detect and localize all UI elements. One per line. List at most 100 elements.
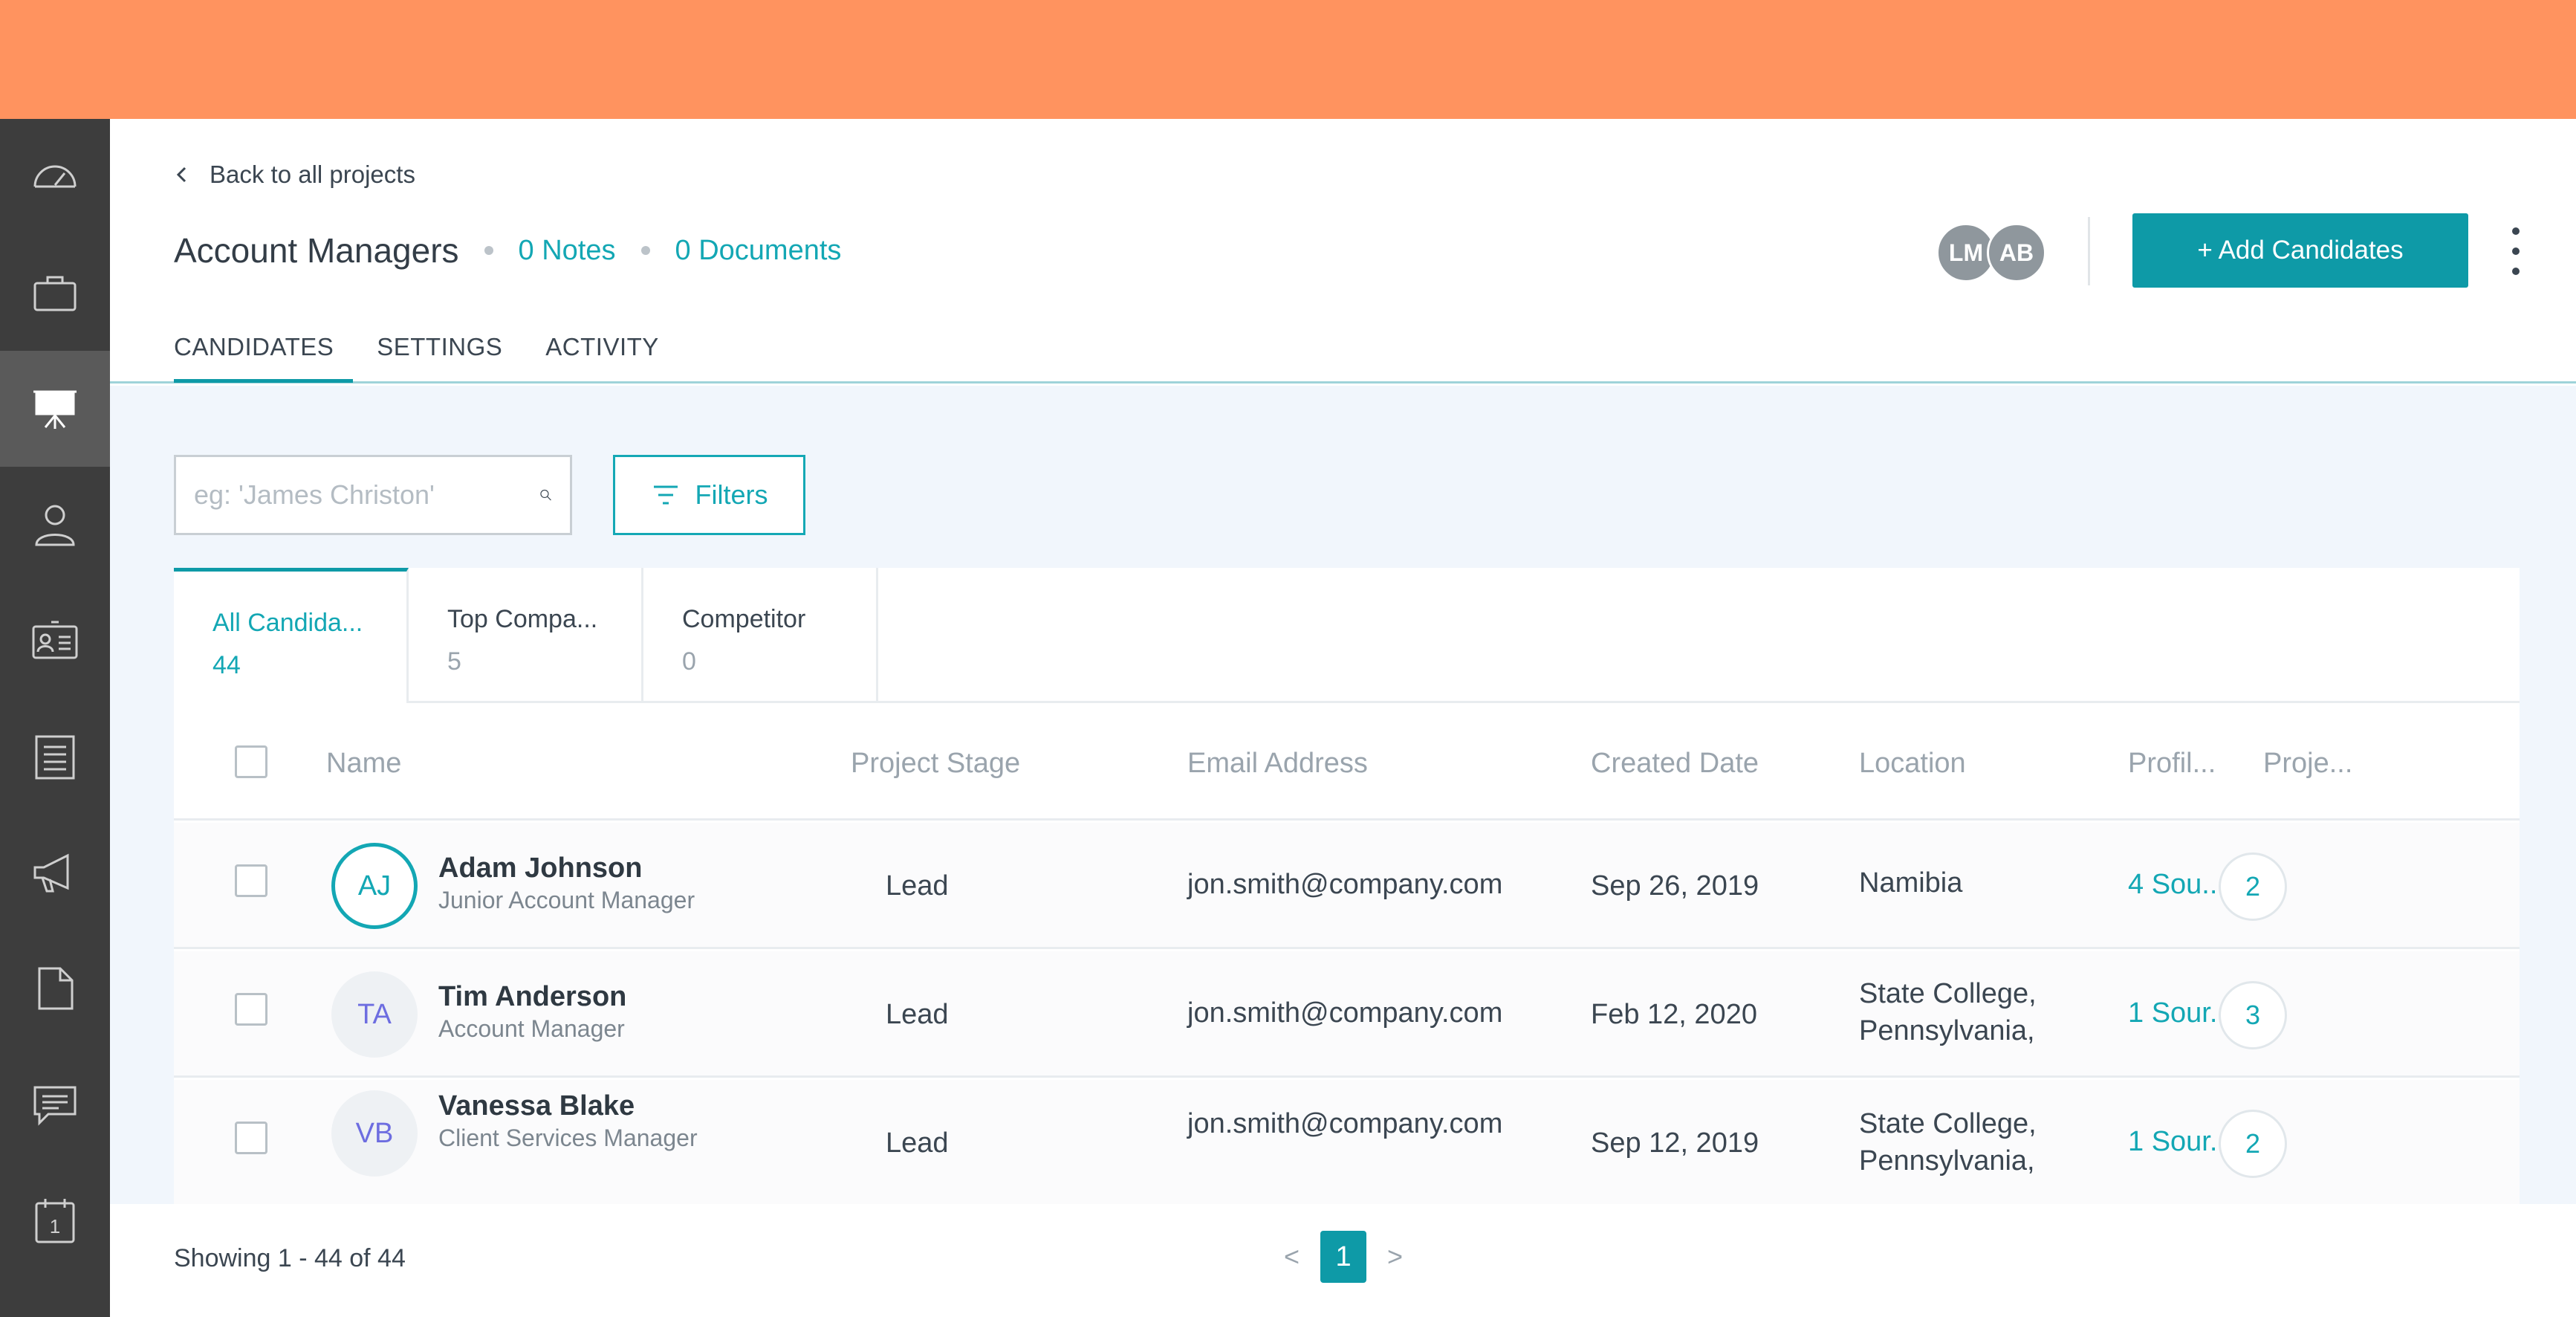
sidebar-item-campaigns[interactable] (0, 815, 110, 931)
notes-link[interactable]: 0 Notes (519, 235, 616, 267)
candidate-name[interactable]: Tim Anderson (438, 981, 626, 1013)
previous-page-button[interactable]: < (1284, 1241, 1300, 1272)
page-title: Account Managers (174, 231, 459, 270)
search-input[interactable] (194, 479, 539, 511)
avatar: TA (331, 971, 418, 1058)
dashboard-icon (33, 165, 77, 188)
segment-count: 0 (682, 647, 696, 676)
projects-count-badge[interactable]: 2 (2219, 852, 2287, 921)
location-line-2: Pennsylvania, (1859, 1145, 2035, 1177)
table-row[interactable]: VB Vanessa Blake Client Services Manager… (174, 1080, 2520, 1206)
table-row[interactable]: TA Tim Anderson Account Manager Lead jon… (174, 951, 2520, 1078)
segment-all-candidates[interactable]: All Candida... 44 (174, 568, 409, 703)
projects-count-badge[interactable]: 3 (2219, 981, 2287, 1049)
more-options-icon[interactable] (2504, 223, 2528, 279)
project-stage[interactable]: Lead (886, 996, 949, 1033)
project-tabs: CANDIDATES SETTINGS ACTIVITY (174, 333, 702, 383)
sidebar-item-messages[interactable] (0, 1046, 110, 1162)
id-card-icon (32, 621, 78, 659)
chat-icon (33, 1086, 77, 1126)
column-header-profiles[interactable]: Profil... (2128, 748, 2216, 780)
select-all-checkbox[interactable] (235, 745, 267, 778)
segment-tabs: All Candida... 44 Top Compa... 5 Competi… (174, 568, 878, 703)
location-line-1: State College, (1859, 978, 2037, 1009)
segment-count: 5 (447, 647, 461, 676)
sidebar-item-candidates[interactable] (0, 467, 110, 583)
briefcase-icon (33, 276, 77, 311)
results-count: Showing 1 - 44 of 44 (174, 1244, 406, 1272)
pagination: < 1 > (1284, 1231, 1403, 1283)
separator-dot (484, 246, 493, 255)
collaborator-avatars[interactable]: LM AB (1936, 223, 2046, 282)
column-header-projects[interactable]: Proje... (2263, 748, 2352, 780)
filters-button[interactable]: Filters (613, 455, 805, 535)
table-header: Name Project Stage Email Address Created… (174, 703, 2520, 821)
sidebar-item-jobs[interactable] (0, 235, 110, 351)
avatar: AJ (331, 843, 418, 929)
sidebar-item-documents[interactable] (0, 931, 110, 1046)
project-stage[interactable]: Lead (886, 867, 949, 905)
candidate-name[interactable]: Adam Johnson (438, 852, 642, 884)
column-header-name[interactable]: Name (326, 748, 401, 780)
top-banner (0, 0, 2576, 119)
filter-icon (653, 485, 678, 505)
profiles-link[interactable]: 1 Sour... (2128, 1123, 2233, 1160)
divider (2088, 217, 2090, 285)
row-checkbox[interactable] (235, 1122, 267, 1154)
avatar[interactable]: AB (1987, 223, 2046, 282)
megaphone-icon (33, 853, 69, 893)
profiles-link[interactable]: 1 Sour... (2128, 994, 2233, 1032)
segment-label: Top Compa... (447, 605, 598, 633)
segment-competitor[interactable]: Competitor 0 (643, 568, 878, 703)
add-candidates-button[interactable]: + Add Candidates (2132, 213, 2468, 288)
search-box[interactable] (174, 455, 572, 535)
calendar-icon: 1 (35, 1199, 75, 1243)
search-icon[interactable] (539, 479, 552, 511)
row-checkbox[interactable] (235, 993, 267, 1026)
list-icon (35, 735, 75, 780)
tab-settings[interactable]: SETTINGS (377, 333, 502, 383)
column-header-email[interactable]: Email Address (1187, 748, 1368, 780)
back-link[interactable]: Back to all projects (174, 161, 415, 189)
created-date: Sep 26, 2019 (1591, 870, 1759, 902)
location-line-2: Pennsylvania, (1859, 1015, 2035, 1046)
row-checkbox[interactable] (235, 864, 267, 897)
column-header-project-stage[interactable]: Project Stage (851, 748, 1020, 780)
table-footer: Showing 1 - 44 of 44 < 1 > (110, 1204, 2576, 1317)
avatar: VB (331, 1090, 418, 1177)
document-icon (38, 967, 74, 1010)
segment-top-companies[interactable]: Top Compa... 5 (409, 568, 643, 703)
email-address: jon.smith@company.com (1187, 1108, 1503, 1139)
email-address: jon.smith@company.com (1187, 869, 1503, 900)
sidebar: 1 (0, 119, 110, 1317)
sidebar-item-calendar[interactable]: 1 (0, 1162, 110, 1278)
profiles-link[interactable]: 4 Sou... (2128, 866, 2225, 903)
email-address: jon.smith@company.com (1187, 997, 1503, 1029)
documents-link[interactable]: 0 Documents (675, 235, 842, 267)
candidate-title: Junior Account Manager (438, 887, 695, 913)
project-header: Back to all projects Account Managers 0 … (110, 119, 2576, 384)
sidebar-item-dashboard[interactable] (0, 119, 110, 235)
location-line-1: State College, (1859, 1108, 2037, 1139)
page-number-button[interactable]: 1 (1320, 1231, 1367, 1283)
sidebar-item-lists[interactable] (0, 699, 110, 815)
sidebar-item-contacts[interactable] (0, 583, 110, 699)
project-stage[interactable]: Lead (886, 1125, 949, 1162)
tab-activity[interactable]: ACTIVITY (545, 333, 659, 383)
table-row[interactable]: AJ Adam Johnson Junior Account Manager L… (174, 823, 2520, 949)
back-link-label: Back to all projects (210, 161, 415, 188)
candidate-title: Client Services Manager (438, 1125, 698, 1151)
location-line-1: Namibia (1859, 867, 1963, 899)
chevron-left-icon (176, 166, 186, 183)
segment-label: Competitor (682, 605, 806, 633)
segment-count: 44 (212, 651, 241, 679)
column-header-location[interactable]: Location (1859, 748, 1966, 780)
candidate-name[interactable]: Vanessa Blake (438, 1090, 635, 1122)
sidebar-item-projects[interactable] (0, 351, 110, 467)
segment-label: All Candida... (212, 609, 363, 637)
next-page-button[interactable]: > (1387, 1241, 1403, 1272)
candidates-content: Filters All Candida... 44 Top Compa... 5… (110, 386, 2576, 1317)
projects-count-badge[interactable]: 2 (2219, 1110, 2287, 1178)
tab-candidates[interactable]: CANDIDATES (174, 333, 354, 383)
column-header-created-date[interactable]: Created Date (1591, 748, 1759, 780)
